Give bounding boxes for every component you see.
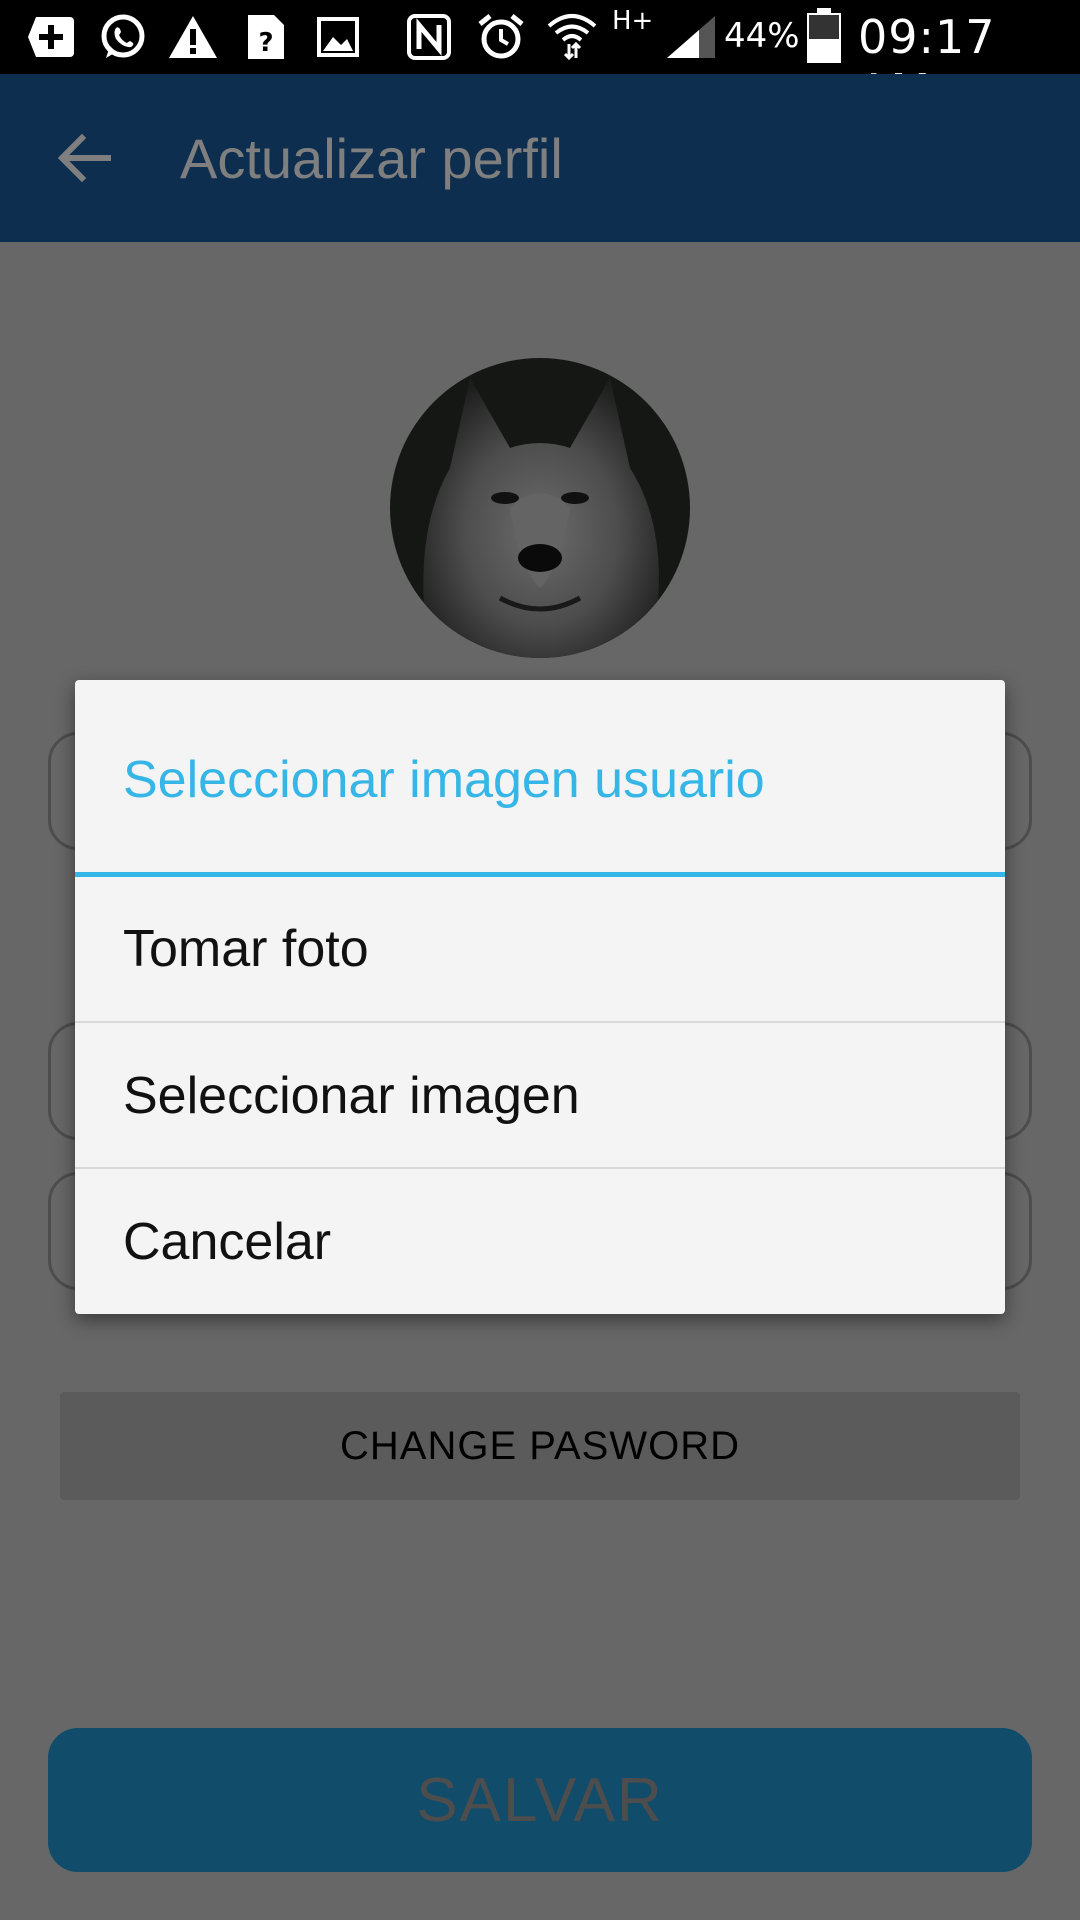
whatsapp-icon — [96, 14, 150, 60]
nfc-icon — [404, 14, 454, 60]
select-image-dialog: Seleccionar imagen usuario Tomar foto Se… — [75, 680, 1005, 1314]
battery-percent: 44% — [724, 16, 800, 56]
warning-icon — [166, 14, 220, 60]
cancel-option[interactable]: Cancelar — [75, 1169, 1005, 1314]
select-image-option[interactable]: Seleccionar imagen — [75, 1023, 1005, 1168]
battery-icon — [804, 8, 844, 64]
dialog-title: Seleccionar imagen usuario — [123, 751, 765, 809]
alarm-icon — [474, 14, 528, 60]
wifi-icon — [544, 14, 600, 61]
status-bar: ? H+ 44% 09:17 AM — [0, 0, 1080, 118]
image-icon — [316, 14, 360, 60]
add-notification-icon — [24, 14, 78, 60]
take-photo-option[interactable]: Tomar foto — [75, 876, 1005, 1021]
signal-icon — [664, 14, 718, 60]
unknown-file-icon: ? — [244, 14, 288, 60]
svg-text:?: ? — [258, 28, 273, 58]
network-type: H+ — [612, 6, 654, 36]
